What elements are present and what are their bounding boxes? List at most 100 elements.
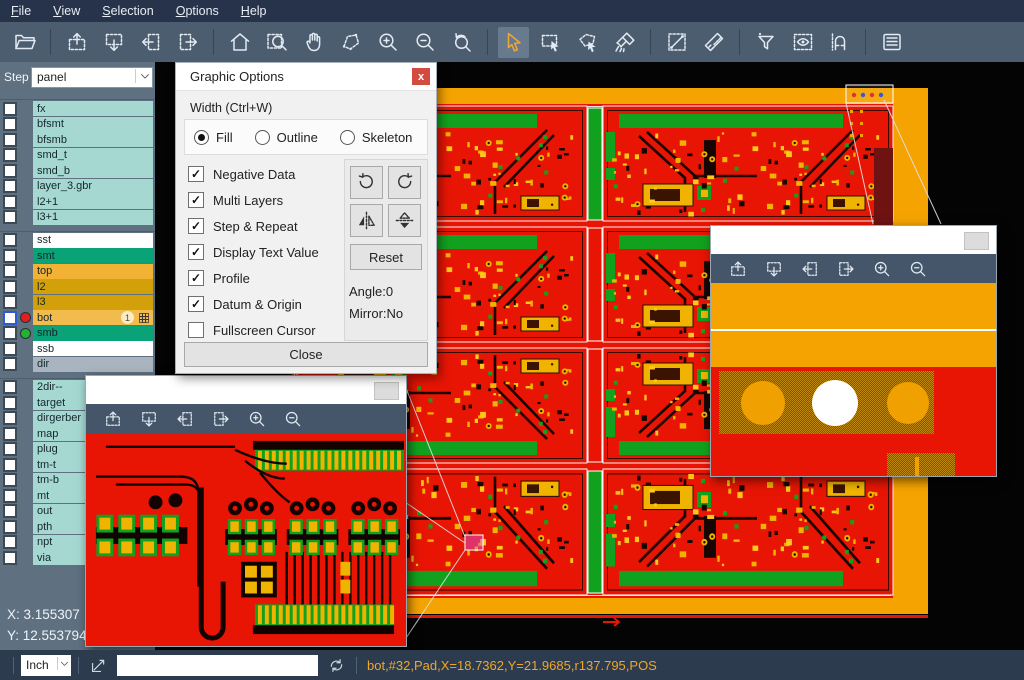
layer-name[interactable]: smt [33, 248, 153, 263]
checkbox-row[interactable]: ✓Display Text Value [188, 239, 319, 265]
checkbox-row[interactable]: ✓Step & Repeat [188, 213, 319, 239]
checkbox-row[interactable]: Fullscreen Cursor [188, 317, 319, 343]
mirror-horizontal-button[interactable] [350, 204, 383, 237]
radio-fill[interactable]: Fill [194, 130, 233, 145]
layer-name[interactable]: l3 [33, 295, 153, 310]
layer-checkbox[interactable] [3, 179, 17, 193]
checkbox[interactable]: ✓ [188, 166, 204, 182]
checkbox-row[interactable]: ✓Negative Data [188, 161, 319, 187]
layer-checkbox[interactable] [3, 164, 17, 178]
layer-checkbox[interactable] [3, 342, 17, 356]
pan-up-button[interactable] [725, 257, 751, 281]
magnifier-titlebar[interactable] [86, 376, 406, 404]
layer-name[interactable]: smd_b [33, 163, 153, 178]
home-button[interactable] [224, 27, 255, 58]
magnifier-content-left[interactable] [86, 433, 406, 646]
dialog-titlebar[interactable]: Graphic Options x [176, 63, 436, 91]
layer-checkbox[interactable] [3, 249, 17, 263]
dialog-close-icon[interactable]: x [412, 68, 430, 85]
layer-name[interactable]: bot1 [33, 310, 153, 325]
layer-checkbox[interactable] [3, 411, 17, 425]
rotate-ccw-button[interactable] [388, 166, 421, 199]
open-folder-button[interactable] [9, 27, 40, 58]
unit-select[interactable]: Inch [21, 655, 71, 676]
layer-checkbox[interactable] [3, 195, 17, 209]
zoom-window-button[interactable] [261, 27, 292, 58]
layer-checkbox[interactable] [3, 380, 17, 394]
window-button[interactable] [374, 382, 399, 400]
pad-selection[interactable] [465, 535, 483, 550]
measure-line-button[interactable] [661, 27, 692, 58]
checkbox-row[interactable]: ✓Multi Layers [188, 187, 319, 213]
layer-name[interactable]: fx [33, 101, 153, 116]
layer-name[interactable]: sst [33, 233, 153, 248]
layer-name[interactable]: bfsmb [33, 132, 153, 147]
magnifier-window-left[interactable] [85, 375, 407, 647]
layer-checkbox[interactable] [3, 489, 17, 503]
layer-name[interactable]: bfsmt [33, 117, 153, 132]
checkbox[interactable]: ✓ [188, 296, 204, 312]
menu-item-view[interactable]: View [42, 0, 91, 22]
zoom-out-button[interactable] [280, 407, 306, 431]
layer-checkbox[interactable] [3, 326, 17, 340]
zoom-out-button[interactable] [905, 257, 931, 281]
zoom-in-button[interactable] [869, 257, 895, 281]
layer-checkbox[interactable] [3, 117, 17, 131]
close-button[interactable]: Close [184, 342, 428, 367]
menu-item-options[interactable]: Options [165, 0, 230, 22]
zoom-previous-button[interactable] [446, 27, 477, 58]
layer-checkbox[interactable] [3, 551, 17, 565]
menu-item-file[interactable]: File [0, 0, 42, 22]
layer-checkbox[interactable] [3, 535, 17, 549]
pan-left-button[interactable] [135, 27, 166, 58]
grid-icon[interactable] [138, 312, 150, 324]
layers-panel-button[interactable] [876, 27, 907, 58]
layer-name[interactable]: l3+1 [33, 210, 153, 225]
layer-name[interactable]: l2 [33, 279, 153, 294]
zoom-polygon-button[interactable] [335, 27, 366, 58]
checkbox[interactable] [188, 322, 204, 338]
layer-checkbox[interactable] [3, 102, 17, 116]
select-rect-button[interactable] [535, 27, 566, 58]
zoom-in-button[interactable] [372, 27, 403, 58]
radio-outline[interactable]: Outline [255, 130, 318, 145]
rotate-cw-button[interactable] [350, 166, 383, 199]
layer-checkbox[interactable] [3, 280, 17, 294]
menu-item-selection[interactable]: Selection [91, 0, 164, 22]
zoom-out-button[interactable] [409, 27, 440, 58]
layer-checkbox[interactable] [3, 473, 17, 487]
pan-hand-button[interactable] [298, 27, 329, 58]
layer-checkbox[interactable] [3, 133, 17, 147]
checkbox-row[interactable]: ✓Profile [188, 265, 319, 291]
layer-checkbox[interactable] [3, 295, 17, 309]
filter-button[interactable] [750, 27, 781, 58]
layer-checkbox[interactable] [3, 504, 17, 518]
checkbox[interactable]: ✓ [188, 218, 204, 234]
layer-name[interactable]: smd_t [33, 148, 153, 163]
radio-skeleton[interactable]: Skeleton [340, 130, 413, 145]
layer-checkbox[interactable] [3, 520, 17, 534]
zoom-in-button[interactable] [244, 407, 270, 431]
layer-name[interactable]: layer_3.gbr [33, 179, 153, 194]
layer-checkbox[interactable] [3, 442, 17, 456]
step-select[interactable]: panel [31, 67, 153, 88]
mirror-vertical-button[interactable] [388, 204, 421, 237]
layer-name[interactable]: top [33, 264, 153, 279]
pan-down-button[interactable] [761, 257, 787, 281]
snap-magnet-button[interactable] [824, 27, 855, 58]
magnifier-window-right[interactable] [710, 225, 997, 477]
layer-name[interactable]: l2+1 [33, 194, 153, 209]
reset-button[interactable]: Reset [350, 244, 422, 270]
layer-checkbox[interactable] [3, 427, 17, 441]
layer-checkbox[interactable] [3, 458, 17, 472]
layer-checkbox[interactable] [3, 264, 17, 278]
checkbox-row[interactable]: ✓Datum & Origin [188, 291, 319, 317]
pan-down-button[interactable] [136, 407, 162, 431]
magnifier-content-right[interactable] [711, 283, 996, 476]
checkbox[interactable]: ✓ [188, 192, 204, 208]
select-cursor-button[interactable] [498, 27, 529, 58]
pan-down-button[interactable] [98, 27, 129, 58]
layer-checkbox[interactable] [3, 148, 17, 162]
checkbox[interactable]: ✓ [188, 244, 204, 260]
menu-item-help[interactable]: Help [230, 0, 278, 22]
